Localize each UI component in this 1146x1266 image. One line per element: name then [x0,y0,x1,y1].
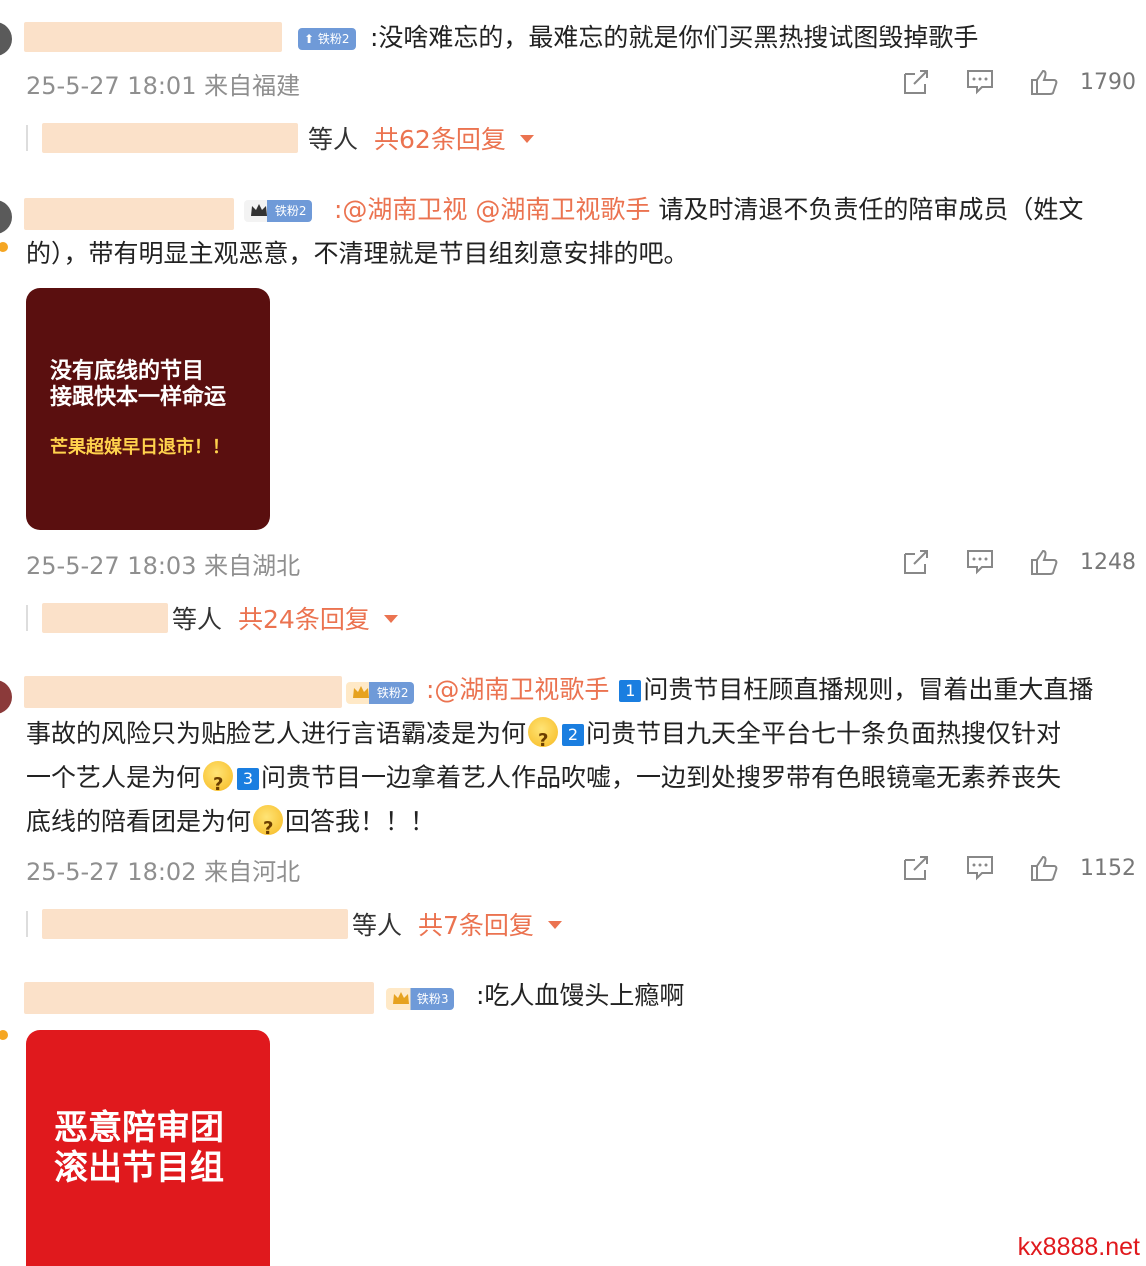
number-3-icon: 3 [237,768,260,790]
reply-divider [26,125,28,151]
question-emoji-icon [203,761,234,807]
like-button[interactable] [1012,62,1076,102]
comment-text: :没啥难忘的，最难忘的就是你们买黑热搜试图毁掉歌手 [370,23,979,52]
watermark: kx8888.net [1017,1233,1140,1261]
comment-button[interactable] [948,542,1012,582]
question-emoji-icon [253,805,284,851]
location: 来自福建 [204,72,301,100]
like-icon [1031,549,1058,575]
like-icon [1031,855,1058,881]
like-icon [1031,69,1058,95]
comment-text: :@湖南卫视 @湖南卫视歌手 请及时清退不负责任的陪审成员（姓文 [334,195,1084,224]
caret-down-icon [519,135,534,143]
like-button[interactable] [1012,542,1076,582]
replier-redacted [42,603,168,633]
reply-count[interactable]: 共24条回复 [238,600,370,636]
comment-image[interactable]: 恶意陪审团 滚出节目组 [26,1030,270,1266]
comment-text-line4: 底线的陪看团是为何回答我！！！ [26,800,435,851]
comment-meta: 25-5-27 18:01 来自福建 [26,66,300,101]
like-button[interactable] [1012,848,1076,888]
reply-who: 等人 [352,911,403,940]
comment-button[interactable] [948,848,1012,888]
comment-text: :@湖南卫视歌手 1 问贵节目枉顾直播规则，冒着出重大直播 [426,675,1094,704]
comment-text-line2: 事故的风险只为贴脸艺人进行言语霸凌是为何2问贵节目九天全平台七十条负面热搜仅针对 [26,712,1061,763]
location: 来自河北 [204,858,301,886]
timestamp: 25-5-27 18:01 [26,72,197,100]
caret-down-icon [383,615,398,623]
comment-text-line2: 的），带有明显主观恶意，不清理就是节目组刻意安排的吧。 [26,239,689,268]
reply-count[interactable]: 共7条回复 [418,906,534,942]
fan-badge[interactable]: 铁粉2 [346,682,415,704]
like-count: 1248 [1080,549,1136,575]
reply-who: 等人 [172,605,223,634]
comment-actions: 1152 [884,848,1136,888]
mention-link[interactable]: @湖南卫视歌手 [475,195,650,224]
avatar[interactable] [0,680,12,714]
reply-summary[interactable]: 等人 共62条回复 [26,118,534,158]
comment-button[interactable] [948,62,1012,102]
fan-badge[interactable]: ⬆ 铁粉2 [298,28,356,50]
comment-text: :吃人血馒头上瘾啊 [476,981,685,1010]
fan-badge[interactable]: 铁粉3 [386,988,455,1010]
replier-redacted [42,123,298,153]
comment-actions: 1790 [884,62,1136,102]
reply-summary[interactable]: 等人 共7条回复 [26,904,562,944]
number-2-icon: 2 [562,724,585,746]
share-button[interactable] [884,542,948,582]
vip-dot [0,1030,8,1040]
comment-image[interactable]: 没有底线的节目 接跟快本一样命运 芒果超媒早日退市！！ [26,288,270,530]
reply-divider [26,911,28,937]
share-button[interactable] [884,848,948,888]
comment-meta: 25-5-27 18:02 来自河北 [26,852,300,887]
arrow-up-icon: ⬆ [304,32,315,46]
username-redacted[interactable] [24,22,282,52]
comment-text-line3: 一个艺人是为何3问贵节目一边拿着艺人作品吹嘘，一边到处搜罗带有色眼镜毫无素养丧失 [26,756,1061,807]
like-count: 1790 [1080,69,1136,95]
share-icon [904,856,928,880]
crown-icon [353,686,369,698]
replier-redacted [42,909,348,939]
username-redacted[interactable] [24,982,374,1014]
avatar[interactable] [0,200,12,234]
reply-divider [26,605,28,631]
comment-icon [967,550,993,575]
location: 来自湖北 [204,552,301,580]
reply-count[interactable]: 共62条回复 [374,120,506,156]
username-redacted[interactable] [24,198,234,230]
crown-icon [393,992,409,1004]
reply-summary[interactable]: 等人 共24条回复 [26,598,398,638]
reply-who: 等人 [308,125,359,154]
fan-badge[interactable]: 铁粉2 [244,200,313,222]
caret-down-icon [547,921,562,929]
comment-icon [967,856,993,881]
mention-link[interactable]: :@湖南卫视 [334,195,467,224]
number-1-icon: 1 [619,680,642,702]
share-button[interactable] [884,62,948,102]
username-redacted[interactable] [24,676,342,708]
comment-icon [967,70,993,95]
timestamp: 25-5-27 18:03 [26,552,197,580]
mention-link[interactable]: :@湖南卫视歌手 [426,675,609,704]
comment-actions: 1248 [884,542,1136,582]
share-icon [904,550,928,574]
question-emoji-icon [528,717,559,763]
comment-meta: 25-5-27 18:03 来自湖北 [26,546,300,581]
avatar[interactable] [0,22,12,56]
crown-icon [251,204,267,216]
vip-dot [0,242,8,252]
share-icon [904,70,928,94]
timestamp: 25-5-27 18:02 [26,858,197,886]
like-count: 1152 [1080,855,1136,881]
